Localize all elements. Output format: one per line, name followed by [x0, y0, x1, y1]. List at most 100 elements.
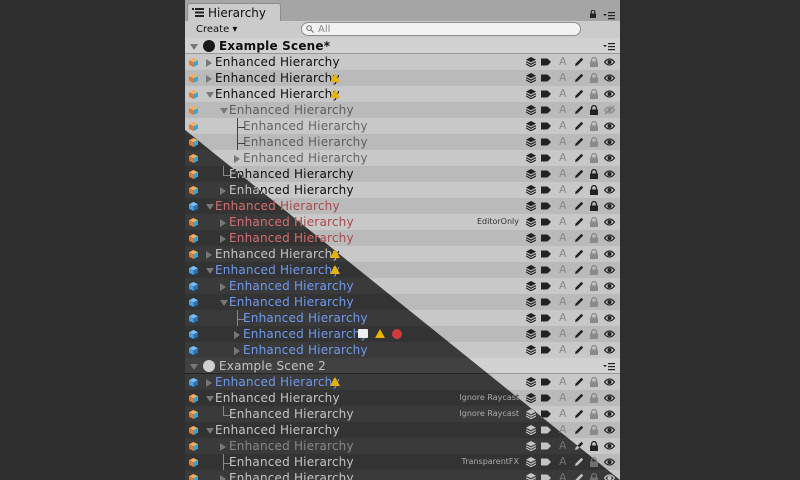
eye-icon[interactable] [604, 153, 615, 163]
layers-icon[interactable] [526, 169, 536, 179]
foldout-arrow[interactable] [206, 59, 212, 67]
lock-icon[interactable] [590, 425, 598, 435]
layers-icon[interactable] [526, 73, 536, 83]
eye-icon[interactable] [604, 105, 615, 115]
static-icon[interactable]: A [559, 184, 568, 195]
search-input[interactable]: All [301, 22, 581, 36]
layers-icon[interactable] [526, 201, 536, 211]
pencil-icon[interactable] [574, 409, 584, 419]
lock-icon[interactable] [590, 441, 598, 451]
tag-icon[interactable] [541, 105, 551, 115]
hierarchy-row[interactable]: Enhanced Hierarchy TransparentFX A [185, 454, 620, 470]
foldout-arrow[interactable] [206, 268, 214, 274]
foldout-arrow[interactable] [220, 235, 226, 243]
tag-icon[interactable] [541, 265, 551, 275]
hierarchy-row[interactable]: Enhanced Hierarchy A [185, 86, 620, 102]
tag-icon[interactable] [541, 73, 551, 83]
pencil-icon[interactable] [574, 233, 584, 243]
static-icon[interactable]: A [559, 56, 568, 67]
static-icon[interactable]: A [559, 376, 568, 387]
eye-icon[interactable] [604, 345, 615, 355]
tag-icon[interactable] [541, 409, 551, 419]
eye-icon[interactable] [604, 297, 615, 307]
pencil-icon[interactable] [574, 457, 584, 467]
foldout-arrow[interactable] [206, 428, 214, 434]
layers-icon[interactable] [526, 217, 536, 227]
hierarchy-row[interactable]: Enhanced Hierarchy A [185, 134, 620, 150]
static-icon[interactable]: A [559, 216, 568, 227]
static-icon[interactable]: A [559, 264, 568, 275]
tag-icon[interactable] [541, 441, 551, 451]
hierarchy-row[interactable]: Enhanced Hierarchy A [185, 102, 620, 118]
layers-icon[interactable] [526, 105, 536, 115]
eye-icon[interactable] [604, 169, 615, 179]
tag-icon[interactable] [541, 89, 551, 99]
lock-icon[interactable] [590, 217, 598, 227]
eye-icon[interactable] [604, 121, 615, 131]
hierarchy-row[interactable]: Enhanced Hierarchy A [185, 54, 620, 70]
tag-icon[interactable] [541, 57, 551, 67]
pencil-icon[interactable] [574, 73, 584, 83]
tag-icon[interactable] [541, 473, 551, 480]
layers-icon[interactable] [526, 441, 536, 451]
static-icon[interactable]: A [559, 88, 568, 99]
static-icon[interactable]: A [559, 440, 568, 451]
tag-icon[interactable] [541, 249, 551, 259]
pencil-icon[interactable] [574, 313, 584, 323]
lock-icon[interactable] [590, 249, 598, 259]
foldout-arrow[interactable] [220, 283, 226, 291]
hierarchy-row[interactable]: Enhanced Hierarchy A [185, 118, 620, 134]
tag-icon[interactable] [541, 281, 551, 291]
static-icon[interactable]: A [559, 344, 568, 355]
foldout-arrow[interactable] [206, 92, 214, 98]
pencil-icon[interactable] [574, 169, 584, 179]
pencil-icon[interactable] [574, 329, 584, 339]
lock-icon[interactable] [590, 265, 598, 275]
eye-icon[interactable] [604, 377, 615, 387]
eye-icon[interactable] [604, 233, 615, 243]
lock-icon[interactable] [590, 201, 598, 211]
lock-icon[interactable] [590, 57, 598, 67]
tag-icon[interactable] [541, 169, 551, 179]
layers-icon[interactable] [526, 313, 536, 323]
hierarchy-tab[interactable]: Hierarchy [187, 3, 281, 21]
tag-icon[interactable] [541, 137, 551, 147]
foldout-arrow[interactable] [206, 396, 214, 402]
layers-icon[interactable] [526, 265, 536, 275]
eye-icon[interactable] [604, 89, 615, 99]
eye-icon[interactable] [604, 201, 615, 211]
tag-icon[interactable] [541, 185, 551, 195]
scene-foldout-arrow[interactable] [190, 44, 198, 50]
layers-icon[interactable] [526, 249, 536, 259]
layers-icon[interactable] [526, 345, 536, 355]
pencil-icon[interactable] [574, 89, 584, 99]
lock-icon[interactable] [590, 329, 598, 339]
static-icon[interactable]: A [559, 392, 568, 403]
static-icon[interactable]: A [559, 104, 568, 115]
foldout-arrow[interactable] [220, 475, 226, 480]
tag-icon[interactable] [541, 297, 551, 307]
tag-icon[interactable] [541, 153, 551, 163]
foldout-arrow[interactable] [234, 347, 240, 355]
lock-icon[interactable] [590, 281, 598, 291]
pencil-icon[interactable] [574, 153, 584, 163]
tag-icon[interactable] [541, 313, 551, 323]
scene-foldout-arrow[interactable] [190, 364, 198, 370]
hierarchy-row[interactable]: Enhanced Hierarchy A [185, 470, 620, 480]
lock-icon[interactable] [590, 345, 598, 355]
lock-icon[interactable] [590, 185, 598, 195]
eye-icon[interactable] [604, 281, 615, 291]
static-icon[interactable]: A [559, 312, 568, 323]
eye-icon[interactable] [604, 249, 615, 259]
lock-icon[interactable] [590, 473, 598, 480]
layers-icon[interactable] [526, 393, 536, 403]
pencil-icon[interactable] [574, 201, 584, 211]
pencil-icon[interactable] [574, 185, 584, 195]
pencil-icon[interactable] [574, 265, 584, 275]
foldout-arrow[interactable] [220, 443, 226, 451]
foldout-arrow[interactable] [206, 75, 212, 83]
layers-icon[interactable] [526, 297, 536, 307]
pencil-icon[interactable] [574, 345, 584, 355]
static-icon[interactable]: A [559, 280, 568, 291]
tag-icon[interactable] [541, 217, 551, 227]
